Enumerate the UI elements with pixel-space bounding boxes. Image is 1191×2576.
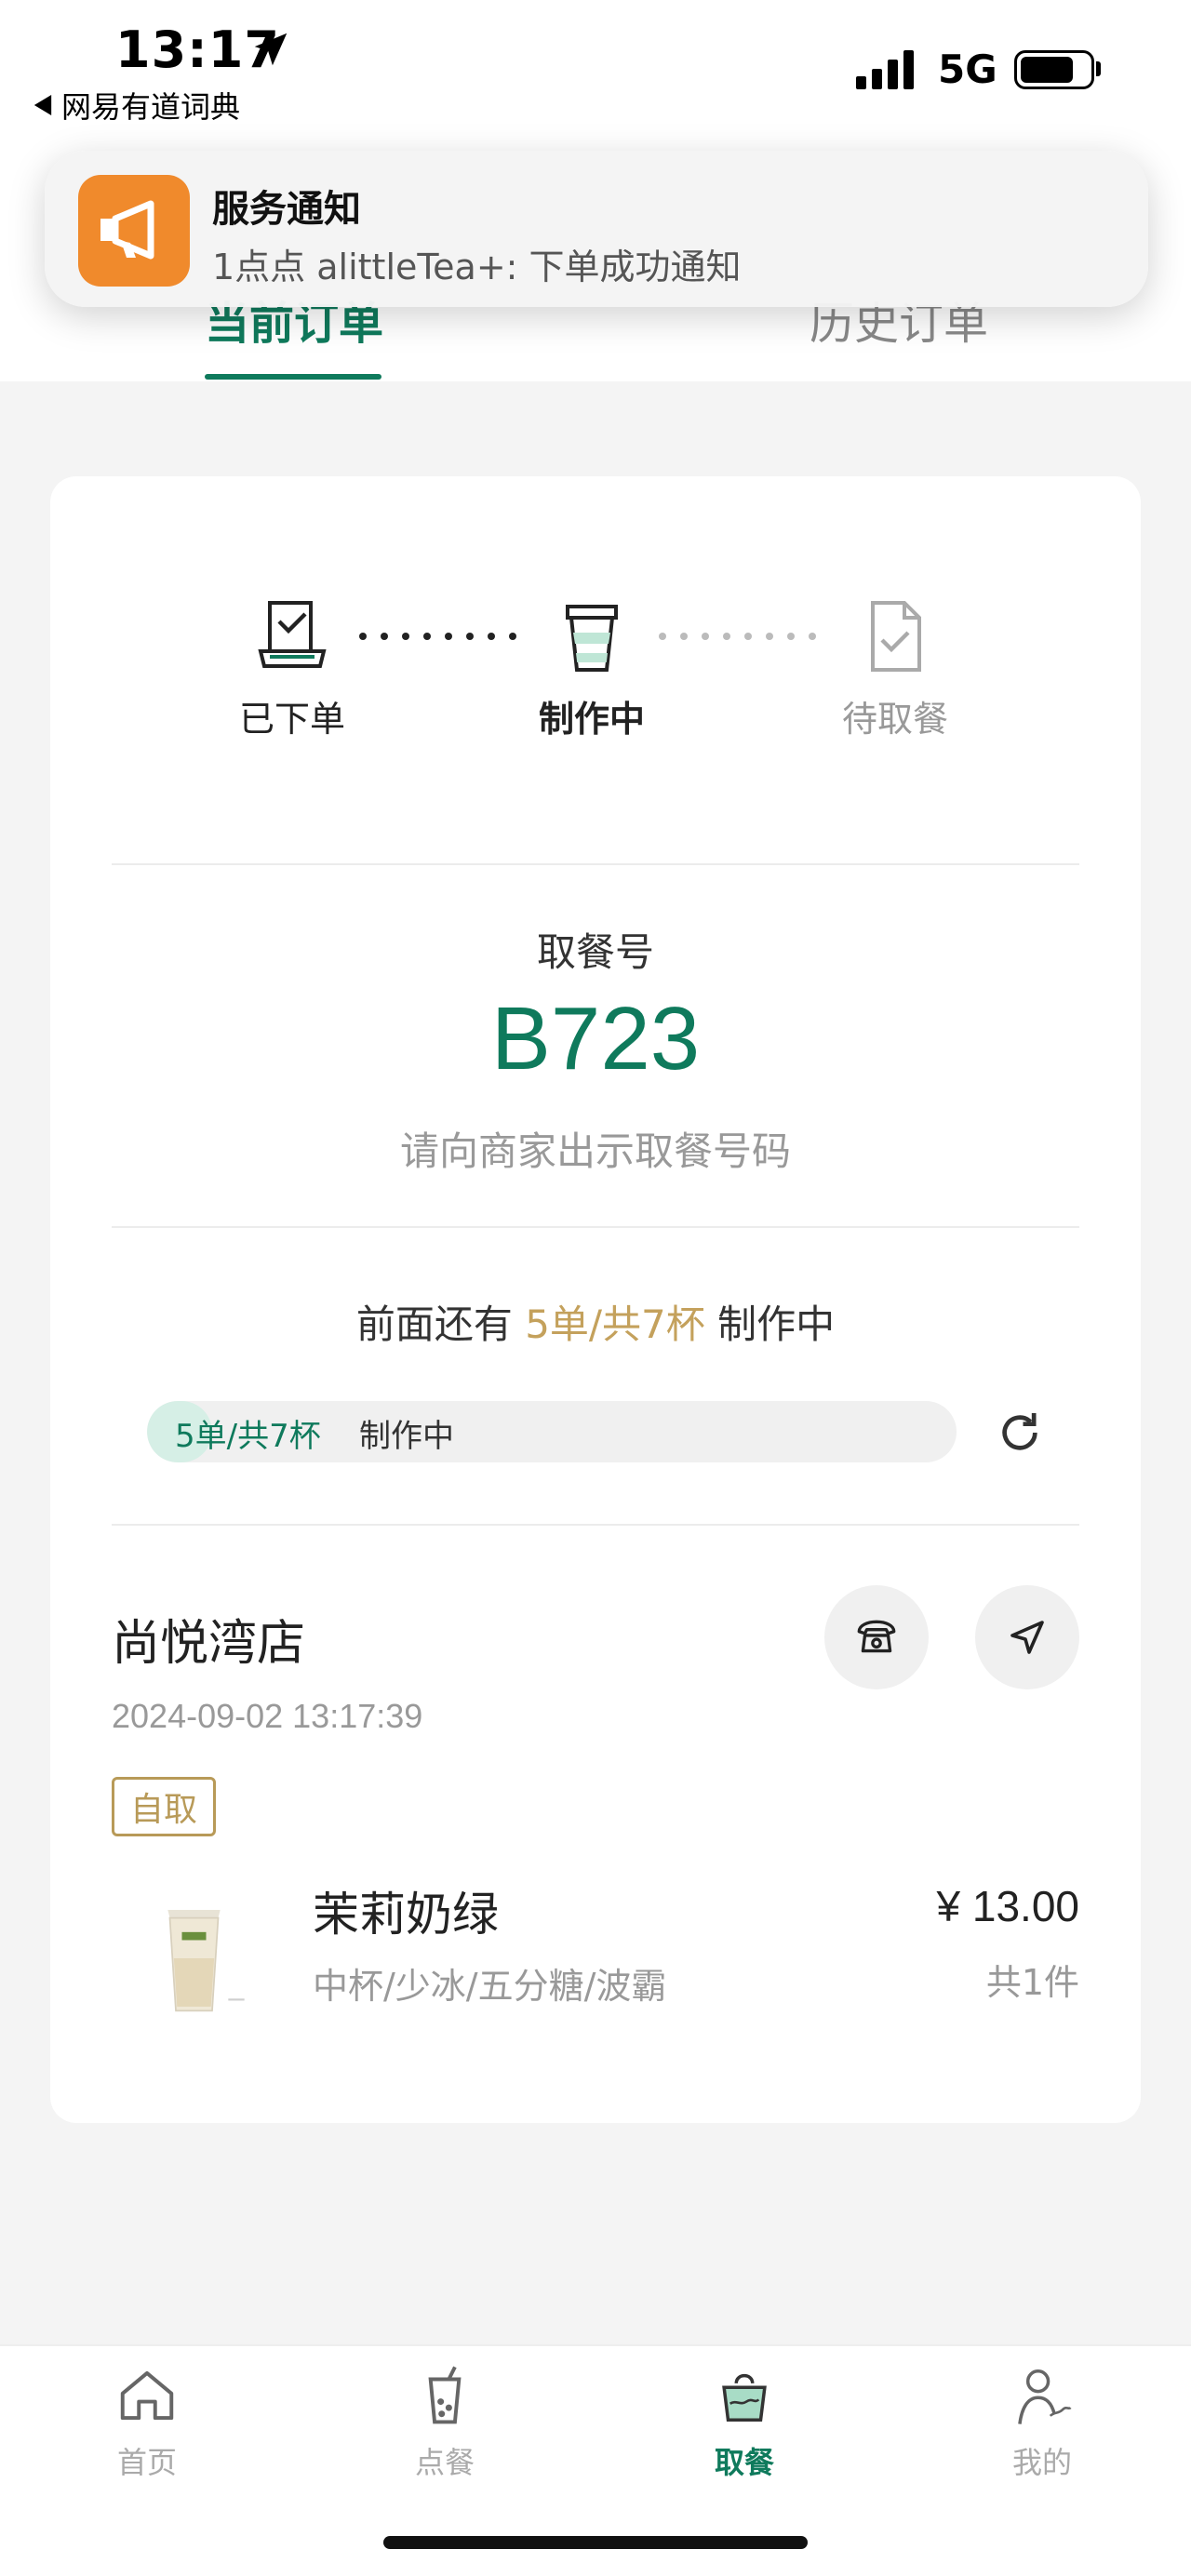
step-label-pickup: 待取餐 [841, 699, 948, 740]
nav-home[interactable]: 首页 [54, 2363, 240, 2482]
order-placed-icon [258, 601, 327, 668]
divider [112, 863, 1079, 865]
nav-label-pickup: 取餐 [714, 2445, 774, 2480]
product-name: 茉莉奶绿 [313, 1888, 499, 1942]
back-to-app-link[interactable]: 网易有道词典 [33, 84, 240, 127]
step-order-placed: 已下单 [199, 595, 385, 741]
back-app-label: 网易有道词典 [61, 89, 241, 125]
queue-prefix: 前面还有 [355, 1301, 513, 1347]
queue-summary: 前面还有 5单/共7杯 制作中 [0, 1293, 1191, 1350]
step-making: 制作中 [499, 595, 685, 741]
nav-label-home: 首页 [116, 2445, 177, 2480]
step-connector-2 [659, 633, 816, 640]
cup-icon [566, 605, 618, 672]
divider [112, 1524, 1079, 1526]
queue-count-highlight: 5单/共7杯 [525, 1301, 705, 1347]
step-label-placed: 已下单 [238, 699, 345, 740]
drink-icon [428, 2366, 462, 2424]
call-store-button[interactable] [824, 1585, 929, 1689]
product-options: 中杯/少冰/五分糖/波霸 [313, 1966, 667, 2007]
signal-icon [856, 47, 914, 89]
location-arrow-icon [254, 33, 288, 66]
notification-body: 1点点 alittleTea+: 下单成功通知 [212, 247, 742, 287]
active-tab-indicator [205, 374, 381, 380]
pickup-type-badge: 自取 [112, 1777, 216, 1836]
nav-label-order: 点餐 [414, 2445, 475, 2480]
megaphone-icon [78, 175, 190, 287]
pickup-number-label: 取餐号 [536, 929, 654, 975]
product-price: ¥ 13.00 [936, 1882, 1079, 1930]
queue-bar-status: 制作中 [359, 1418, 454, 1455]
pickup-number: B723 [490, 989, 701, 1088]
navigate-store-button[interactable] [975, 1585, 1079, 1689]
queue-suffix: 制作中 [717, 1301, 836, 1347]
product-image [167, 1910, 245, 2012]
home-indicator [383, 2536, 808, 2549]
network-type: 5G [938, 47, 997, 92]
order-datetime: 2024-09-02 13:17:39 [112, 1697, 423, 1735]
nav-order[interactable]: 点餐 [352, 2363, 538, 2482]
nav-profile[interactable]: 我的 [949, 2363, 1135, 2482]
phone-icon [857, 1620, 896, 1653]
step-awaiting-pickup: 待取餐 [802, 595, 988, 741]
battery-tip [1096, 61, 1101, 76]
nav-pickup[interactable]: 取餐 [651, 2363, 837, 2482]
takeout-icon [722, 2373, 767, 2422]
refresh-icon[interactable] [994, 1407, 1046, 1459]
pickup-check-icon [871, 601, 921, 672]
navigation-icon [1010, 1621, 1044, 1654]
nav-label-profile: 我的 [1011, 2445, 1072, 2480]
store-name: 尚悦湾店 [112, 1616, 306, 1672]
pickup-hint: 请向商家出示取餐号码 [399, 1128, 791, 1174]
step-label-making: 制作中 [538, 699, 645, 740]
divider [112, 1226, 1079, 1228]
profile-icon [1018, 2369, 1072, 2424]
home-icon [120, 2370, 174, 2421]
product-quantity: 共1件 [985, 1962, 1079, 2003]
back-triangle-icon [33, 95, 52, 115]
battery-icon [1014, 50, 1094, 89]
notification-title: 服务通知 [212, 188, 361, 231]
queue-bar-count: 5单/共7杯 [175, 1418, 321, 1455]
step-connector-1 [359, 633, 516, 640]
